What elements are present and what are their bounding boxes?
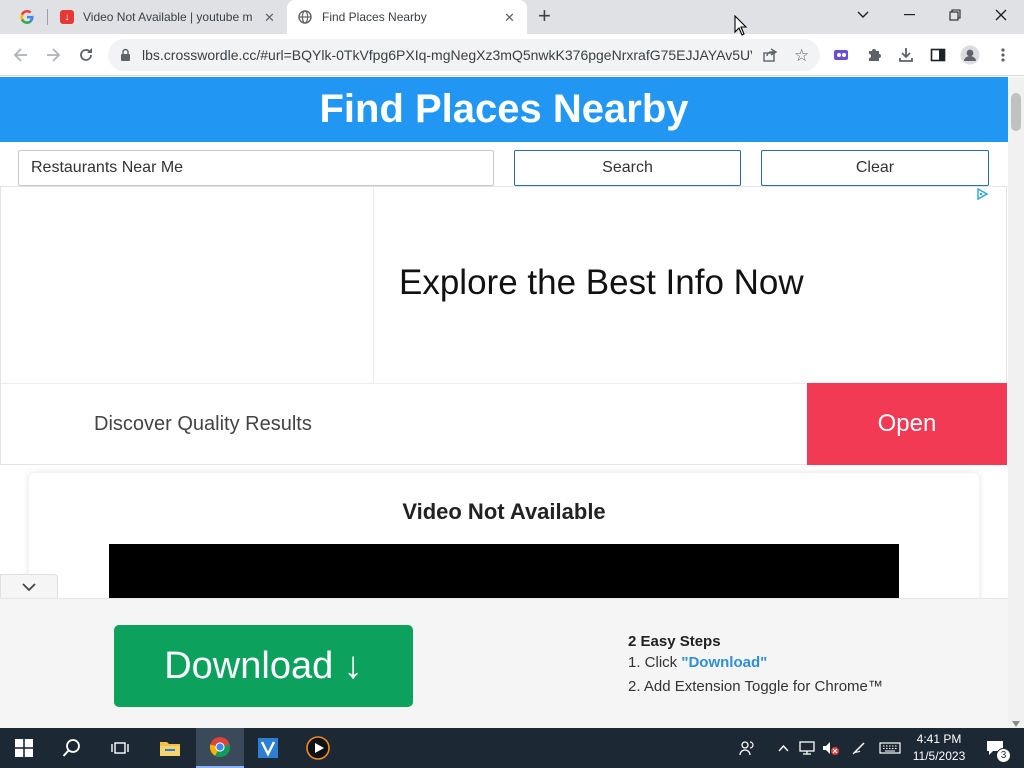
- clock-date: 11/5/2023: [912, 749, 966, 763]
- ad-divider: [373, 187, 374, 384]
- step-1-prefix: 1. Click: [628, 654, 682, 671]
- back-arrow-icon[interactable]: [8, 42, 34, 68]
- url-text: lbs.crosswordle.cc/#url=BQYlk-0TkVfpg6PX…: [142, 47, 752, 63]
- page-title: Find Places Nearby: [319, 87, 689, 131]
- site-header: Find Places Nearby: [0, 77, 1008, 142]
- ad-open-button[interactable]: Open: [807, 383, 1007, 465]
- profile-avatar-icon[interactable]: [957, 42, 983, 68]
- chrome-taskbar-icon[interactable]: [196, 728, 244, 768]
- address-bar[interactable]: lbs.crosswordle.cc/#url=BQYlk-0TkVfpg6PX…: [108, 39, 820, 71]
- chevron-down-icon: [22, 583, 36, 592]
- google-icon[interactable]: [14, 4, 40, 30]
- ad-banner[interactable]: Explore the Best Info Now Discover Quali…: [0, 186, 1008, 465]
- network-icon[interactable]: [796, 728, 818, 768]
- search-input[interactable]: [18, 150, 494, 186]
- tab-title: Find Places Nearby: [322, 10, 427, 24]
- tab-find-places-nearby[interactable]: Find Places Nearby ✕: [287, 0, 527, 34]
- clear-button[interactable]: Clear: [761, 150, 989, 186]
- close-window-icon[interactable]: [978, 0, 1024, 30]
- tab-close-icon[interactable]: ✕: [264, 10, 275, 26]
- extensions-puzzle-icon[interactable]: [861, 42, 887, 68]
- menu-kebab-icon[interactable]: [990, 42, 1016, 68]
- browser-tab-strip: ↓ Video Not Available | youtube m ✕ Find…: [0, 0, 1024, 34]
- ad-subline[interactable]: Discover Quality Results: [94, 413, 312, 436]
- system-clock[interactable]: 4:41 PM 11/5/2023: [906, 731, 972, 765]
- file-explorer-icon[interactable]: [146, 728, 194, 768]
- tab-separator: [47, 9, 48, 25]
- steps-title: 2 Easy Steps: [628, 633, 721, 650]
- people-icon[interactable]: [736, 728, 758, 768]
- download-banner: Download ↓ 2 Easy Steps 1. Click "Downlo…: [0, 598, 1008, 728]
- minimize-icon[interactable]: [886, 0, 932, 30]
- maximize-icon[interactable]: [932, 0, 978, 30]
- step-1: 1. Click "Download": [628, 654, 767, 671]
- volume-muted-icon[interactable]: [820, 728, 842, 768]
- globe-icon: [298, 10, 312, 27]
- browser-toolbar: lbs.crosswordle.cc/#url=BQYlk-0TkVfpg6PX…: [0, 34, 1024, 76]
- step-1-highlight: "Download": [681, 654, 768, 671]
- share-icon[interactable]: [762, 47, 778, 68]
- download-red-icon: ↓: [60, 10, 74, 24]
- windows-taskbar: 4:41 PM 11/5/2023 3: [0, 728, 1024, 768]
- web-page: Find Places Nearby Search Clear Explore …: [0, 77, 1008, 728]
- mouse-cursor-icon: [734, 14, 748, 41]
- extension-purple-icon[interactable]: [828, 42, 854, 68]
- video-title: Video Not Available: [402, 499, 606, 524]
- search-button[interactable]: Search: [514, 150, 741, 186]
- step-2: 2. Add Extension Toggle for Chrome™: [628, 678, 883, 695]
- tab-close-icon[interactable]: ✕: [504, 10, 515, 26]
- ad-headline[interactable]: Explore the Best Info Now: [399, 263, 804, 303]
- keyboard-icon[interactable]: [876, 728, 904, 768]
- download-button[interactable]: Download ↓: [114, 625, 413, 707]
- reload-icon[interactable]: [73, 42, 99, 68]
- tab-video-not-available[interactable]: ↓ Video Not Available | youtube m ✕: [50, 0, 284, 34]
- notifications-icon[interactable]: 3: [980, 728, 1011, 768]
- notification-count-badge: 3: [996, 748, 1011, 763]
- task-view-icon[interactable]: [96, 728, 144, 768]
- page-scrollbar[interactable]: [1008, 77, 1024, 728]
- lock-icon[interactable]: [120, 48, 131, 67]
- tab-search-chevron-icon[interactable]: [840, 0, 886, 30]
- downloads-icon[interactable]: [893, 42, 919, 68]
- side-panel-icon[interactable]: [925, 42, 951, 68]
- chevron-up-icon[interactable]: [774, 728, 792, 768]
- new-tab-button[interactable]: +: [538, 3, 551, 29]
- forward-arrow-icon[interactable]: [40, 42, 66, 68]
- media-player-icon[interactable]: [294, 728, 342, 768]
- tab-title: Video Not Available | youtube m: [83, 10, 253, 24]
- banner-collapse-button[interactable]: [0, 574, 58, 600]
- vs-code-icon[interactable]: [244, 728, 292, 768]
- windows-start-icon[interactable]: [0, 728, 48, 768]
- bookmark-star-icon[interactable]: ☆: [794, 46, 809, 66]
- search-icon[interactable]: [48, 728, 96, 768]
- pen-icon[interactable]: [848, 728, 870, 768]
- clock-time: 4:41 PM: [916, 732, 962, 746]
- ad-choices-icon[interactable]: [975, 187, 991, 201]
- scrollbar-thumb[interactable]: [1011, 93, 1021, 131]
